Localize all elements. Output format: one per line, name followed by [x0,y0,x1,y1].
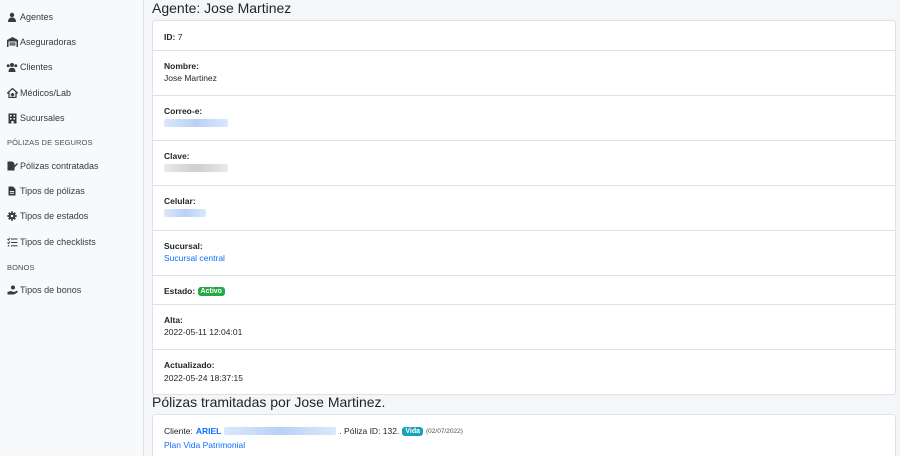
sidebar-item-polizas-contratadas[interactable]: Pólizas contratadas [6,158,99,174]
status-badge: Activo [197,287,225,297]
sidebar-item-label: Tipos de bonos [20,285,82,295]
celular-label: Celular: [164,196,196,206]
users-icon [6,61,18,73]
list-check-icon [6,236,18,248]
main-content: Agente: Jose Martinez ID: 7 Nombre: Jose… [144,0,900,456]
file-signature-icon [6,160,18,172]
plan-link[interactable]: Plan Vida Patrimonial [164,440,245,450]
detail-row-nombre: Nombre: Jose Martinez [153,51,895,96]
sidebar-item-label: Clientes [20,62,53,72]
sidebar-item-label: Aseguradoras [20,37,77,47]
policy-line: Cliente: ARIEL . Póliza ID: 132. Vida (0… [164,426,463,436]
clinic-icon [6,87,18,99]
sidebar-item-label: Agentes [20,12,54,22]
detail-row-id: ID: 7 [153,21,895,51]
detail-row-celular: Celular: [153,186,895,231]
alta-label: Alta: [164,315,183,325]
sidebar-item-label: Sucursales [20,113,65,123]
policy-card: Cliente: ARIEL . Póliza ID: 132. Vida (0… [152,414,896,456]
sucursal-label: Sucursal: [164,241,203,251]
sidebar-section-bonos: BONOS [7,263,35,272]
sidebar-item-label: Pólizas contratadas [20,161,99,171]
id-value: 7 [177,32,183,42]
hand-holding-dollar-icon [6,284,18,296]
actualizado-label: Actualizado: [164,360,215,370]
policy-type-badge: Vida [402,426,423,436]
sidebar-item-label: Tipos de pólizas [20,186,85,196]
correo-label: Correo-e: [164,106,203,116]
detail-row-clave: Clave: [153,141,895,186]
id-label: ID: 7 [164,32,183,42]
detail-row-sucursal: Sucursal: Sucursal central [153,231,895,276]
sidebar-item-label: Médicos/Lab [20,88,72,98]
section-title: Pólizas tramitadas por Jose Martinez. [152,394,386,410]
sidebar-item-label: Tipos de estados [20,211,89,221]
sidebar: Agentes Aseguradoras Clientes Médicos/La… [0,0,144,456]
warehouse-icon [6,36,18,48]
clave-label: Clave: [164,151,190,161]
sidebar-item-medicos[interactable]: Médicos/Lab [6,85,71,101]
sidebar-item-aseguradoras[interactable]: Aseguradoras [6,34,76,50]
cliente-label: Cliente: [164,426,193,436]
celular-value-redacted [164,209,206,219]
detail-row-estado: Estado: Activo [153,276,895,305]
sucursal-link[interactable]: Sucursal central [164,253,225,263]
nombre-label: Nombre: [164,61,199,71]
policy-date: (02/07/2022) [426,427,463,435]
nombre-value: Jose Martinez [164,73,217,83]
agent-detail-card: ID: 7 Nombre: Jose Martinez Correo-e: Cl… [152,20,896,395]
actualizado-value: 2022-05-24 18:37:15 [164,373,243,383]
sidebar-item-tipos-checklists[interactable]: Tipos de checklists [6,234,96,250]
clave-value-redacted [164,164,228,174]
sidebar-item-label: Tipos de checklists [20,237,96,247]
user-tie-icon [6,11,18,23]
sidebar-item-agentes[interactable]: Agentes [6,9,53,25]
page-title: Agente: Jose Martinez [152,0,292,16]
detail-row-correo: Correo-e: [153,96,895,141]
poliza-id-label: . Póliza ID: 132. [339,426,400,436]
sidebar-item-tipos-bonos[interactable]: Tipos de bonos [6,282,81,298]
cliente-link[interactable]: ARIEL [196,426,222,436]
detail-row-alta: Alta: 2022-05-11 12:04:01 [153,305,895,350]
correo-value-redacted [164,119,228,129]
file-icon [6,185,18,197]
sidebar-item-tipos-polizas[interactable]: Tipos de pólizas [6,183,85,199]
sidebar-item-sucursales[interactable]: Sucursales [6,110,65,126]
building-icon [6,112,18,124]
sidebar-section-polizas: PÓLIZAS DE SEGUROS [7,138,93,147]
estado-label: Estado: Activo [164,286,225,297]
alta-value: 2022-05-11 12:04:01 [164,327,243,337]
cliente-name-redacted [224,427,337,435]
detail-row-actualizado: Actualizado: 2022-05-24 18:37:15 [153,350,895,395]
sidebar-item-tipos-estados[interactable]: Tipos de estados [6,208,88,224]
gear-icon [6,210,18,222]
sidebar-item-clientes[interactable]: Clientes [6,59,53,75]
